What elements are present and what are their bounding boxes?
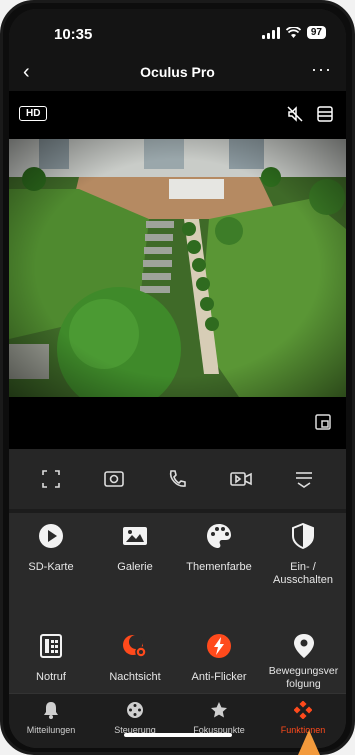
battery-indicator: 97 (306, 26, 326, 39)
power-shield-icon (292, 523, 314, 549)
fullscreen-icon (41, 470, 60, 488)
signal-icon (261, 26, 280, 39)
joystick-icon (127, 702, 143, 718)
more-icon[interactable]: ··· (311, 59, 332, 80)
function-power[interactable]: Ein- / Ausschalten (261, 521, 345, 587)
tab-notifications[interactable]: Mitteilungen (9, 700, 93, 735)
status-bar: 10:35 97 (9, 9, 346, 53)
function-gallery[interactable]: Galerie (93, 521, 177, 574)
collapse-button[interactable] (284, 459, 324, 499)
picture-in-picture-icon[interactable] (314, 413, 332, 431)
camera-live-feed[interactable] (9, 139, 346, 397)
night-vision-icon (123, 635, 147, 658)
functions-icon (294, 701, 312, 719)
functions-grid: SD-Karte Galerie Themenfarbe Ein- / Auss… (9, 513, 346, 693)
emergency-phone-icon (40, 634, 62, 658)
status-time: 10:35 (54, 26, 93, 43)
function-sd-card[interactable]: SD-Karte (9, 521, 93, 574)
fullscreen-button[interactable] (31, 459, 71, 499)
phone-frame: 10:35 97 ‹ Oculus Pro ··· HD SD-Karte Ga… (0, 0, 355, 755)
function-anti-flicker[interactable]: Anti-Flicker (177, 631, 261, 684)
bell-icon (44, 702, 58, 719)
garden-scene-image (9, 139, 346, 397)
function-theme-color[interactable]: Themenfarbe (177, 521, 261, 574)
video-toolbar (9, 449, 346, 509)
palette-icon (207, 524, 231, 548)
tab-focus-points[interactable]: Fokuspunkte (177, 700, 261, 735)
speaker-muted-icon[interactable] (286, 105, 304, 123)
status-icons: 97 (261, 26, 326, 39)
play-icon (39, 524, 63, 548)
camera-snapshot-icon (104, 471, 124, 487)
talk-button[interactable] (157, 459, 197, 499)
function-label: Ein- / Ausschalten (273, 561, 333, 586)
anti-flicker-icon (207, 634, 231, 658)
bottom-tab-bar: Mitteilungen Steuerung Fokuspunkte Funkt… (9, 693, 346, 748)
star-icon (211, 702, 227, 718)
function-label: Bewegungsver folgung (268, 665, 339, 690)
pointer-arrow (298, 730, 320, 755)
tab-control[interactable]: Steuerung (93, 700, 177, 735)
function-motion-tracking[interactable]: Bewegungsver folgung (261, 631, 346, 691)
function-night-vision[interactable]: Nachtsicht (93, 631, 177, 684)
playlist-icon[interactable] (316, 105, 334, 123)
snapshot-button[interactable] (94, 459, 134, 499)
nav-bar: ‹ Oculus Pro ··· (9, 53, 346, 91)
function-label: Nachtsicht (109, 671, 161, 683)
video-record-icon (230, 472, 252, 486)
function-label: Themenfarbe (186, 561, 252, 573)
function-label: SD-Karte (28, 561, 74, 573)
hd-quality-button[interactable]: HD (19, 106, 48, 121)
chevron-down-menu-icon (296, 472, 313, 488)
video-bottom-bar (9, 397, 346, 449)
record-button[interactable] (221, 459, 261, 499)
wifi-icon (285, 26, 301, 38)
phone-icon (170, 470, 187, 487)
function-emergency-call[interactable]: Notruf (9, 631, 93, 684)
location-pin-icon (293, 634, 314, 658)
video-top-bar: HD (9, 91, 346, 139)
app-screen: 10:35 97 ‹ Oculus Pro ··· HD SD-Karte Ga… (9, 9, 346, 748)
function-label: Notruf (36, 671, 66, 683)
page-title: Oculus Pro (140, 64, 215, 80)
function-label: Anti-Flicker (191, 671, 247, 683)
tab-label: Mitteilungen (26, 725, 76, 735)
gallery-icon (123, 527, 147, 545)
home-indicator (124, 733, 232, 737)
function-label: Galerie (117, 561, 153, 573)
